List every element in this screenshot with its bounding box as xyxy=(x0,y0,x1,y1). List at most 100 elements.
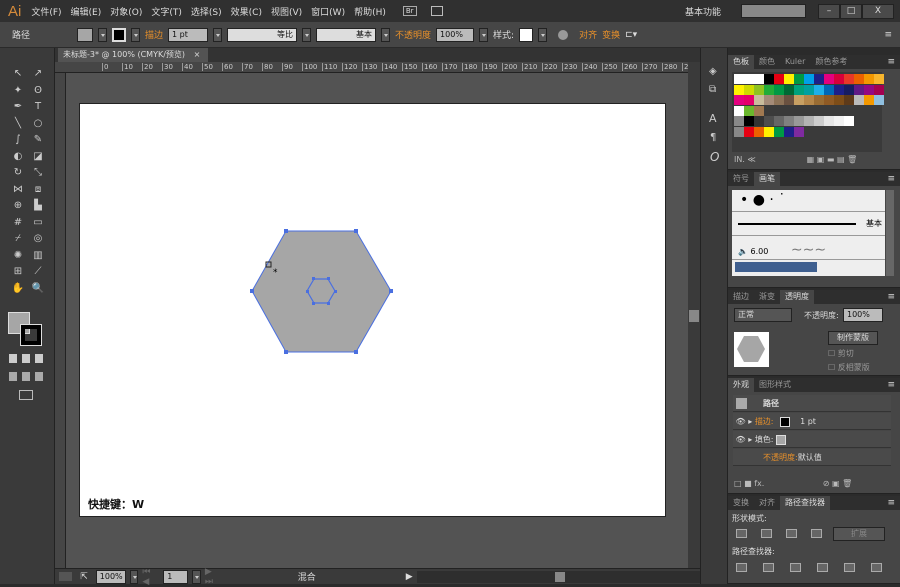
draw-mode-buttons[interactable] xyxy=(9,372,45,381)
color-swatch[interactable] xyxy=(854,84,864,95)
workspace-switcher[interactable]: 基本功能 xyxy=(685,5,721,18)
gpu-icon[interactable] xyxy=(59,572,73,581)
round-brushes[interactable]: • ● · ˙ xyxy=(732,190,885,212)
color-swatch[interactable] xyxy=(794,126,804,137)
color-swatch[interactable] xyxy=(874,95,884,105)
color-swatch[interactable] xyxy=(734,74,744,84)
color-swatch[interactable] xyxy=(834,95,844,105)
invert-mask-checkbox[interactable]: ☐ 反相蒙版 xyxy=(828,362,870,373)
trim-button[interactable] xyxy=(763,563,774,572)
horizontal-scrollbar[interactable] xyxy=(416,570,700,583)
color-swatch[interactable] xyxy=(764,116,774,126)
color-swatch[interactable] xyxy=(744,126,754,137)
blend-tool[interactable]: ◎ xyxy=(31,233,45,245)
blob-brush-tool[interactable]: ◐ xyxy=(11,151,25,163)
basic-brush[interactable]: 基本 xyxy=(732,212,885,236)
panel-tab[interactable]: 对齐 xyxy=(754,496,780,510)
fill-swatch[interactable] xyxy=(77,27,94,42)
selection-tool[interactable]: ↖ xyxy=(11,68,25,80)
color-swatch[interactable] xyxy=(784,95,794,105)
minimize-button[interactable]: – xyxy=(818,3,840,19)
panel-tab[interactable]: 图形样式 xyxy=(754,378,796,392)
artboard-dropdown[interactable] xyxy=(192,569,201,584)
menu-item[interactable]: 视图(V) xyxy=(271,5,302,18)
stroke-swatch[interactable] xyxy=(112,27,127,42)
arrange-documents-icon[interactable] xyxy=(430,6,443,16)
panel-tab[interactable]: 透明度 xyxy=(780,290,814,304)
style-dropdown[interactable] xyxy=(538,27,548,42)
color-swatch[interactable] xyxy=(784,126,794,137)
maximize-button[interactable]: □ xyxy=(840,3,862,19)
menu-item[interactable]: 文字(T) xyxy=(151,5,182,18)
menu-item[interactable]: 窗口(W) xyxy=(311,5,345,18)
width-tool[interactable]: ⋈ xyxy=(11,184,25,196)
character-icon[interactable]: A xyxy=(709,112,717,125)
gradient-tool[interactable]: ▭ xyxy=(31,217,45,229)
color-swatch[interactable] xyxy=(864,74,874,84)
status-mode[interactable]: 混合 xyxy=(298,570,402,583)
document-tab[interactable]: 未标题-3* @ 100% (CMYK/预览) × xyxy=(58,48,208,62)
panel-tab[interactable]: 外观 xyxy=(728,378,754,392)
color-swatch[interactable] xyxy=(804,84,814,95)
color-swatch[interactable] xyxy=(814,95,824,105)
panel-tab[interactable]: 路径查找器 xyxy=(780,496,830,510)
color-swatch[interactable] xyxy=(814,116,824,126)
panel-menu-icon[interactable]: ≡ xyxy=(887,172,895,186)
stroke-link[interactable]: 描边 xyxy=(145,28,163,41)
color-swatch[interactable] xyxy=(744,84,754,95)
color-swatch[interactable] xyxy=(824,95,834,105)
panel-menu-icon[interactable]: ≡ xyxy=(887,55,895,69)
color-swatch[interactable] xyxy=(824,74,834,84)
color-swatch[interactable] xyxy=(734,126,744,137)
align-link[interactable]: 对齐 xyxy=(579,28,597,41)
appearance-fill-row[interactable]: 👁 ▸ 填色: xyxy=(733,431,891,448)
canvas[interactable]: 快捷键：W * xyxy=(66,73,688,568)
artboards-icon[interactable]: ⧉ xyxy=(709,84,716,95)
color-swatch[interactable] xyxy=(794,95,804,105)
color-swatch[interactable] xyxy=(794,74,804,84)
color-swatch[interactable] xyxy=(784,116,794,126)
intersect-button[interactable] xyxy=(786,529,797,538)
large-hexagon[interactable] xyxy=(251,230,392,353)
appearance-title-row[interactable]: 路径 xyxy=(733,395,891,412)
color-swatch[interactable] xyxy=(744,74,754,84)
artboard-tool[interactable]: ⊞ xyxy=(11,266,25,278)
clip-checkbox[interactable]: ☐ 剪切 xyxy=(828,348,854,359)
color-swatch[interactable] xyxy=(784,74,794,84)
brush-list[interactable]: • ● · ˙ 基本 🔈 6.00 ∼∼∼ xyxy=(732,190,885,276)
divide-button[interactable] xyxy=(736,563,747,572)
color-swatch[interactable] xyxy=(864,95,874,105)
stroke-dropdown[interactable] xyxy=(131,27,141,42)
panel-tab[interactable]: 变换 xyxy=(728,496,754,510)
fill-dropdown[interactable] xyxy=(98,27,108,42)
color-swatch[interactable] xyxy=(754,116,764,126)
profile-dropdown[interactable] xyxy=(302,27,312,42)
color-swatch[interactable] xyxy=(734,84,744,95)
stroke-color-box[interactable] xyxy=(20,324,42,346)
eyedropper-tool[interactable]: ⌿ xyxy=(11,233,25,245)
free-transform-tool[interactable]: ⧈ xyxy=(31,184,45,196)
exclude-button[interactable] xyxy=(811,529,822,538)
share-icon[interactable]: ⇱ xyxy=(80,572,88,582)
brush-definition[interactable]: 基本 xyxy=(316,27,377,42)
opacity-input[interactable]: 100% xyxy=(436,27,475,42)
color-swatch[interactable] xyxy=(764,95,774,105)
color-swatch[interactable] xyxy=(764,74,774,84)
panel-menu-icon[interactable]: ≡ xyxy=(887,378,895,392)
color-swatch[interactable] xyxy=(764,126,774,137)
color-swatch[interactable] xyxy=(794,116,804,126)
transform-link[interactable]: 变换 xyxy=(602,28,620,41)
pattern-brush[interactable] xyxy=(735,262,817,272)
minus-front-button[interactable] xyxy=(761,529,772,538)
close-tab-icon[interactable]: × xyxy=(194,50,201,59)
stroke-weight-input[interactable]: 1 pt xyxy=(168,27,209,42)
variable-width-profile[interactable]: 等比 xyxy=(227,27,298,42)
color-swatch[interactable] xyxy=(814,74,824,84)
horizontal-ruler[interactable]: 0 10 20 30 40 50 60 70 80 90 100 110 120 130 140 150 160… xyxy=(55,62,717,73)
zoom-tool[interactable]: 🔍 xyxy=(31,283,45,295)
direct-selection-tool[interactable]: ↗ xyxy=(31,68,45,80)
paragraph-icon[interactable]: ¶ xyxy=(710,132,716,143)
vertical-ruler[interactable] xyxy=(55,73,66,568)
recolor-icon[interactable] xyxy=(558,29,569,40)
panel-tab[interactable]: 颜色 xyxy=(754,55,780,69)
